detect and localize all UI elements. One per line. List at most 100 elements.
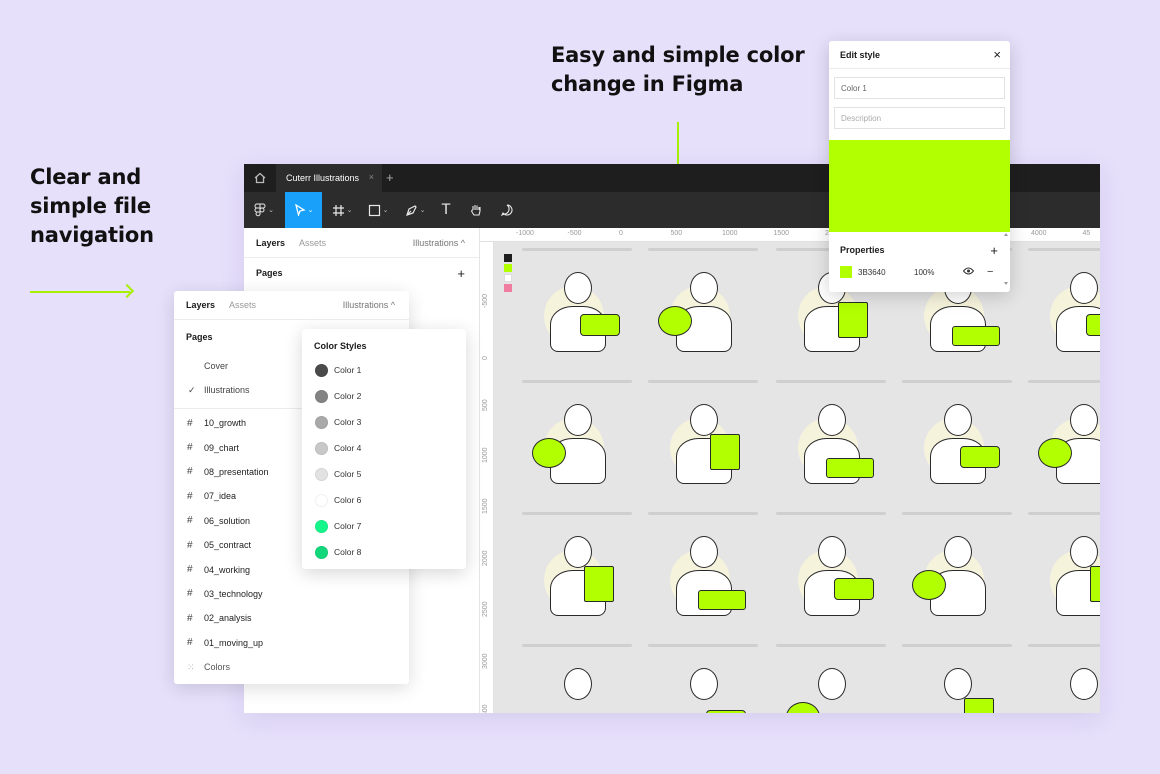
- character-head: [1070, 272, 1098, 304]
- frame-caption-placeholder: [522, 512, 632, 515]
- character-head: [944, 536, 972, 568]
- style-name-field[interactable]: Color 1: [834, 77, 1005, 99]
- frame-icon: #: [187, 515, 193, 527]
- character-head: [944, 668, 972, 700]
- canvas[interactable]: -1000 -500 0 500 1000 1500 2000 2500 3000 3500 400…: [480, 228, 1100, 713]
- color-style-item[interactable]: Color 5: [302, 461, 466, 487]
- illustration-frame[interactable]: [1028, 644, 1100, 713]
- frame-icon: #: [187, 612, 193, 624]
- illustration-frame[interactable]: [776, 380, 896, 498]
- accent-object: [1090, 566, 1100, 602]
- close-tab-icon[interactable]: ×: [369, 172, 374, 182]
- color-swatch: [504, 264, 512, 272]
- frame-icon: #: [187, 539, 193, 551]
- page-selector[interactable]: Illustrations ^: [413, 238, 465, 248]
- fill-swatch[interactable]: [840, 266, 852, 278]
- illustration-frame[interactable]: [648, 380, 768, 498]
- color-style-item[interactable]: Color 8: [302, 539, 466, 565]
- text-tool-icon[interactable]: T: [434, 192, 458, 228]
- tab-assets[interactable]: Assets: [229, 300, 256, 310]
- color-swatch: [315, 415, 328, 429]
- illustration-frame[interactable]: [522, 644, 642, 713]
- comment-tool-icon[interactable]: [495, 192, 519, 228]
- illustration-frame[interactable]: [1028, 380, 1100, 498]
- fill-opacity[interactable]: 100%: [914, 268, 934, 277]
- illustration-frame[interactable]: [648, 248, 768, 366]
- page-selector[interactable]: Illustrations ^: [343, 300, 395, 310]
- illustration-frame[interactable]: [776, 644, 896, 713]
- scrollbar[interactable]: [1004, 233, 1008, 285]
- headline-color-change: Easy and simple color change in Figma: [551, 43, 805, 96]
- color-preview[interactable]: [829, 140, 1010, 232]
- frame-icon: #: [187, 637, 193, 649]
- fill-row[interactable]: 3B3640 100% −: [829, 260, 1010, 284]
- frame-icon: #: [187, 588, 193, 600]
- frame-caption-placeholder: [776, 380, 886, 383]
- illustration-frame[interactable]: [902, 380, 1022, 498]
- character-head: [564, 668, 592, 700]
- page-label: Cover: [204, 361, 229, 371]
- frame-tool-icon[interactable]: ⌄: [326, 192, 358, 228]
- illustration-frame[interactable]: [902, 512, 1022, 630]
- close-icon[interactable]: ×: [993, 47, 1001, 62]
- illustration-frame[interactable]: [648, 512, 768, 630]
- frame-item-01_moving_up[interactable]: #01_moving_up: [174, 631, 409, 655]
- frame-label: 09_chart: [204, 442, 240, 453]
- color-style-item[interactable]: Color 6: [302, 487, 466, 513]
- illustration-frame[interactable]: [522, 512, 642, 630]
- color-style-item[interactable]: Color 4: [302, 435, 466, 461]
- illustration-frame[interactable]: [522, 380, 642, 498]
- frame-item-colors[interactable]: ⁙ Colors: [174, 655, 409, 679]
- pen-tool-icon[interactable]: ⌄: [399, 192, 431, 228]
- edit-style-header: Edit style ×: [829, 41, 1010, 69]
- illustration-frame[interactable]: [776, 512, 896, 630]
- frame-item-03_technology[interactable]: #03_technology: [174, 582, 409, 606]
- accent-object: [658, 306, 692, 336]
- rectangle-tool-icon[interactable]: ⌄: [362, 192, 394, 228]
- tab-layers[interactable]: Layers: [256, 238, 285, 248]
- headline-navigation: Clear and simple file navigation: [30, 165, 154, 247]
- frame-item-02_analysis[interactable]: #02_analysis: [174, 606, 409, 630]
- color-style-label: Color 3: [334, 417, 362, 427]
- color-style-item[interactable]: Color 1: [302, 357, 466, 383]
- ruler-tick-label: 4000: [1031, 230, 1047, 237]
- style-description-field[interactable]: Description: [834, 107, 1005, 129]
- add-property-button[interactable]: +: [990, 243, 998, 258]
- character-head: [690, 272, 718, 304]
- accent-object: [834, 578, 874, 600]
- frame-label: 05_contract: [204, 540, 252, 551]
- frame-caption-placeholder: [522, 644, 632, 647]
- color-swatch: [504, 254, 512, 262]
- move-tool-icon[interactable]: ⌄: [285, 192, 322, 228]
- frame-icon: #: [187, 490, 193, 502]
- ruler-tick-label: 500: [482, 399, 489, 411]
- arrow-right-icon: [119, 283, 135, 299]
- figma-menu-icon[interactable]: ⌄: [246, 192, 282, 228]
- accent-object: [580, 314, 620, 336]
- tab-layers[interactable]: Layers: [186, 300, 215, 310]
- illustration-frame[interactable]: [902, 644, 1022, 713]
- color-style-item[interactable]: Color 2: [302, 383, 466, 409]
- illustration-frame[interactable]: [522, 248, 642, 366]
- character-head: [690, 668, 718, 700]
- properties-section: Properties + 3B3640 100% −: [829, 232, 1010, 292]
- home-icon[interactable]: [244, 164, 276, 192]
- new-tab-button[interactable]: +: [386, 170, 394, 185]
- fill-hex[interactable]: 3B3640: [858, 268, 886, 277]
- illustration-frame[interactable]: [648, 644, 768, 713]
- hand-tool-icon[interactable]: [464, 192, 488, 228]
- color-style-label: Color 5: [334, 469, 362, 479]
- remove-fill-button[interactable]: −: [987, 266, 993, 278]
- frame-label: Colors: [204, 662, 231, 673]
- illustration-frame[interactable]: [1028, 512, 1100, 630]
- file-tab[interactable]: Cuterr Illustrations ×: [276, 164, 382, 192]
- color-style-label: Color 7: [334, 521, 362, 531]
- color-style-label: Color 4: [334, 443, 362, 453]
- frame-caption-placeholder: [1028, 380, 1100, 383]
- add-page-button[interactable]: +: [457, 266, 465, 281]
- tab-assets[interactable]: Assets: [299, 238, 326, 248]
- eye-icon[interactable]: [962, 267, 975, 278]
- illustration-frame[interactable]: [1028, 248, 1100, 366]
- color-style-item[interactable]: Color 3: [302, 409, 466, 435]
- color-style-item[interactable]: Color 7: [302, 513, 466, 539]
